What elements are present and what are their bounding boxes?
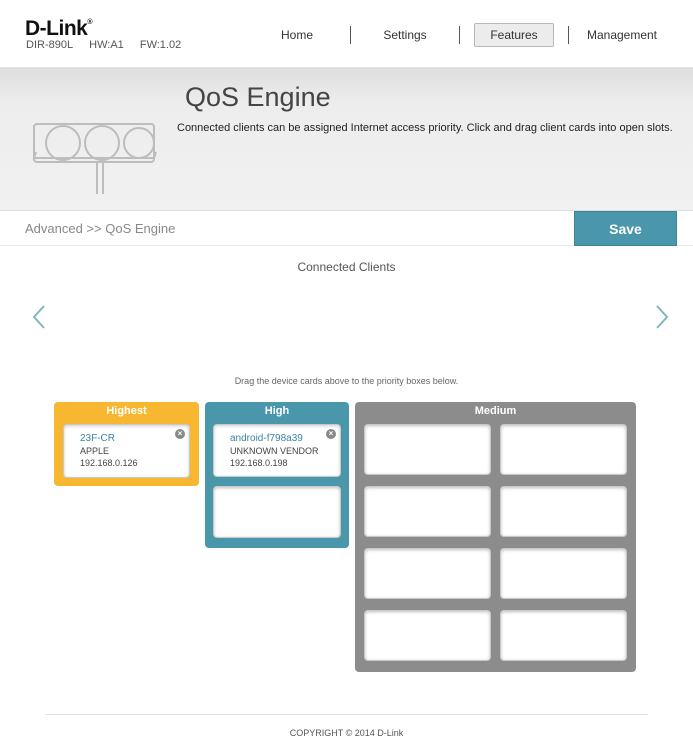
client-vendor: UNKNOWN VENDOR (230, 446, 319, 456)
save-button[interactable]: Save (574, 211, 677, 246)
chevron-left-icon[interactable] (30, 303, 48, 331)
nav-separator (459, 26, 460, 44)
empty-slot[interactable] (500, 486, 627, 537)
empty-slot[interactable] (500, 610, 627, 661)
empty-slot[interactable] (213, 486, 341, 538)
main-nav: Home Settings Features Management (0, 23, 693, 47)
close-icon[interactable]: × (326, 429, 336, 439)
close-icon[interactable]: × (175, 429, 185, 439)
empty-slot[interactable] (364, 486, 491, 537)
client-ip: 192.168.0.126 (80, 458, 138, 468)
breadcrumb: Advanced >> QoS Engine (25, 221, 176, 236)
priority-label-highest: Highest (106, 405, 147, 417)
priority-box-high[interactable]: High android-f798a39 UNKNOWN VENDOR 192.… (205, 402, 349, 548)
nav-settings[interactable]: Settings (370, 23, 440, 47)
empty-slot[interactable] (364, 424, 491, 475)
breadcrumb-bar: Advanced >> QoS Engine Save (0, 210, 693, 246)
page-description: Connected clients can be assigned Intern… (177, 122, 673, 134)
client-name: android-f798a39 (230, 433, 303, 444)
page-title: QoS Engine (185, 82, 331, 112)
traffic-light-icon (32, 123, 157, 194)
client-name: 23F-CR (80, 433, 116, 444)
header: D-Link® DIR-890L HW:A1 FW:1.02 Home Sett… (0, 0, 693, 68)
nav-home[interactable]: Home (262, 23, 332, 47)
client-card[interactable]: android-f798a39 UNKNOWN VENDOR 192.168.0… (213, 424, 341, 477)
client-ip: 192.168.0.198 (230, 458, 288, 468)
drag-hint: Drag the device cards above to the prior… (234, 376, 459, 386)
empty-slot[interactable] (364, 548, 491, 599)
nav-separator (350, 26, 351, 44)
priority-box-highest[interactable]: Highest 23F-CR APPLE 192.168.0.126 × (54, 402, 199, 486)
copyright: COPYRIGHT © 2014 D-Link (289, 728, 404, 738)
footer-divider (45, 714, 648, 715)
priority-label-medium: Medium (474, 405, 517, 417)
client-card[interactable]: 23F-CR APPLE 192.168.0.126 × (63, 424, 190, 478)
nav-separator (568, 26, 569, 44)
empty-slot[interactable] (500, 424, 627, 475)
nav-management[interactable]: Management (582, 23, 662, 47)
client-vendor: APPLE (80, 446, 110, 456)
empty-slot[interactable] (364, 610, 491, 661)
nav-features[interactable]: Features (474, 23, 554, 47)
priority-label-high: High (264, 405, 290, 417)
empty-slot[interactable] (500, 548, 627, 599)
priority-box-medium[interactable]: Medium (355, 402, 636, 672)
connected-clients-title: Connected Clients (297, 260, 396, 274)
chevron-right-icon[interactable] (653, 303, 671, 331)
